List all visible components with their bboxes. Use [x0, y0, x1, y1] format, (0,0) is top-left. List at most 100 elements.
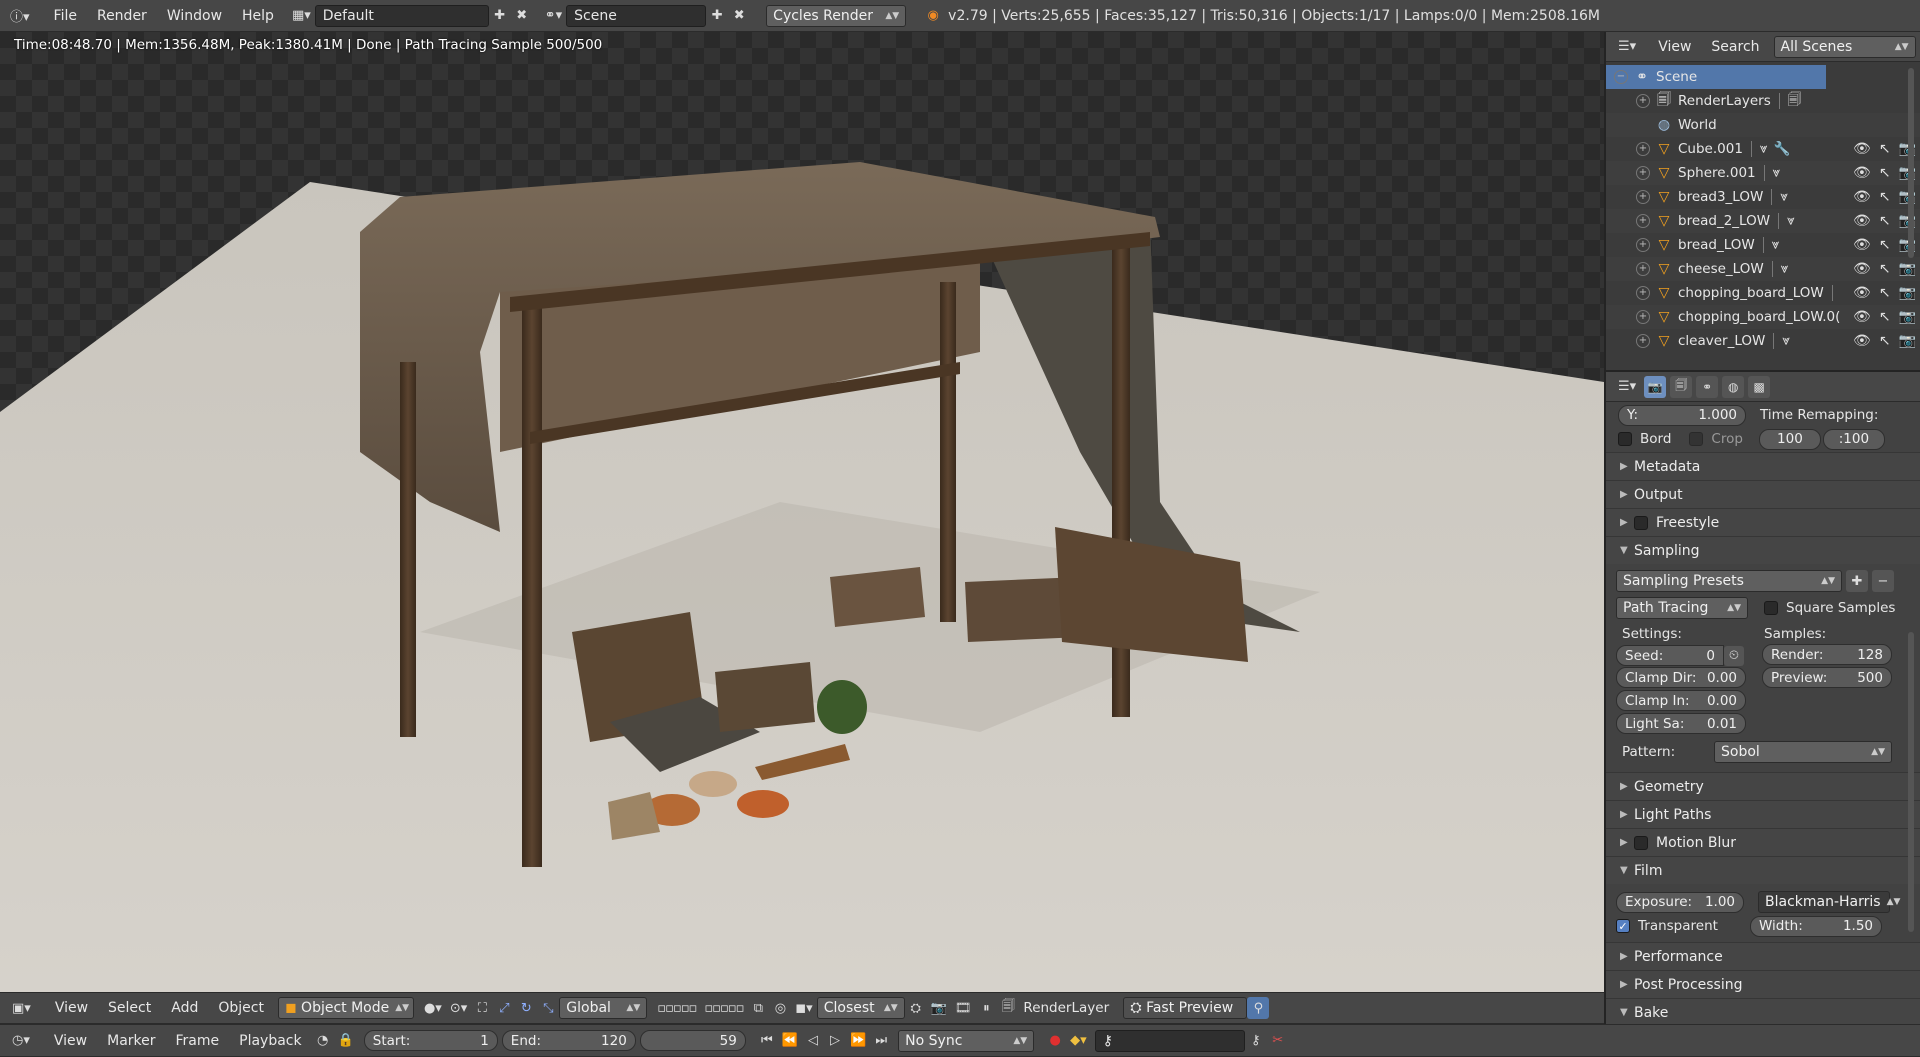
- selectable-cursor-icon[interactable]: ↖: [1879, 213, 1891, 229]
- 3d-viewport[interactable]: Time:08:48.70 | Mem:1356.48M, Peak:1380.…: [0, 32, 1604, 992]
- outliner-item-bread2[interactable]: + ▽ bread_2_LOW ⩔ 👁↖📷: [1606, 209, 1920, 233]
- screen-layout-icon[interactable]: ▦▾: [288, 5, 315, 27]
- screen-layout-field[interactable]: Default: [314, 4, 489, 27]
- expand-icon[interactable]: +: [1636, 334, 1650, 348]
- expand-icon[interactable]: +: [1636, 214, 1650, 228]
- outliner-item-chopping-board[interactable]: + ▽ chopping_board_LOW 👁 ↖ 📷: [1606, 281, 1920, 305]
- pattern-select[interactable]: Sobol ▲▼: [1714, 741, 1892, 763]
- timeline-menu-marker[interactable]: Marker: [97, 1033, 165, 1049]
- selectable-cursor-icon[interactable]: ↖: [1879, 141, 1891, 157]
- panel-light-paths[interactable]: ▶ Light Paths: [1606, 800, 1920, 828]
- preview-samples-field[interactable]: Preview: 500: [1762, 667, 1892, 688]
- snap-toggle-icon[interactable]: ⛭: [905, 997, 927, 1019]
- jump-end-icon[interactable]: ⏭: [870, 1030, 892, 1052]
- selectable-cursor-icon[interactable]: ↖: [1879, 285, 1891, 301]
- remap-old-field[interactable]: 100: [1758, 428, 1821, 450]
- transform-orientation-select[interactable]: Global ▲▼: [559, 997, 648, 1019]
- border-checkbox[interactable]: [1618, 432, 1632, 446]
- render-opengl-image-icon[interactable]: 📷: [927, 997, 951, 1019]
- clamp-indirect-field[interactable]: Clamp In: 0.00: [1616, 690, 1746, 711]
- selectable-cursor-icon[interactable]: ↖: [1879, 165, 1891, 181]
- selectable-cursor-icon[interactable]: ↖: [1879, 261, 1891, 277]
- selectable-cursor-icon[interactable]: ↖: [1879, 309, 1891, 325]
- scene-field[interactable]: Scene: [566, 4, 707, 27]
- properties-scrollbar[interactable]: [1908, 632, 1914, 932]
- outliner-item-scene[interactable]: − ⚭ Scene: [1606, 65, 1826, 89]
- panel-geometry[interactable]: ▶ Geometry: [1606, 772, 1920, 800]
- expand-icon[interactable]: +: [1636, 286, 1650, 300]
- scene-icon[interactable]: ⚭▾: [541, 5, 566, 27]
- freestyle-checkbox[interactable]: [1634, 515, 1648, 530]
- visibility-eye-icon[interactable]: 👁: [1853, 189, 1871, 205]
- rotate-manipulator-icon[interactable]: ↻: [515, 997, 537, 1019]
- panel-post-processing[interactable]: ▶ Post Processing: [1606, 970, 1920, 998]
- remove-preset-icon[interactable]: −: [1872, 570, 1894, 592]
- lock-camera-icon[interactable]: ⧉: [747, 997, 769, 1019]
- menu-help[interactable]: Help: [232, 8, 284, 24]
- viewport-menu-add[interactable]: Add: [161, 1000, 208, 1016]
- visibility-eye-icon[interactable]: 👁: [1853, 309, 1871, 325]
- remove-layout-icon[interactable]: ✖: [511, 5, 533, 27]
- outliner-item-cheese[interactable]: + ▽ cheese_LOW ⩔ 👁 ↖ 📷: [1606, 257, 1920, 281]
- expand-icon[interactable]: +: [1636, 142, 1650, 156]
- render-layer-label[interactable]: RenderLayer: [1023, 1000, 1123, 1016]
- menu-file[interactable]: File: [44, 8, 87, 24]
- end-frame-field[interactable]: End: 120: [501, 1030, 636, 1051]
- timeline-menu-playback[interactable]: Playback: [229, 1033, 311, 1049]
- visibility-eye-icon[interactable]: 👁: [1853, 285, 1871, 301]
- expand-icon[interactable]: +: [1636, 310, 1650, 324]
- manipulator-toggle-icon[interactable]: ⛶: [471, 997, 493, 1019]
- layers-grid-icon[interactable]: ▫▫▫▫▫: [653, 997, 700, 1019]
- editor-type-icon[interactable]: ▣▾: [8, 997, 35, 1019]
- crop-checkbox[interactable]: [1689, 432, 1704, 446]
- add-scene-icon[interactable]: ✚: [706, 5, 728, 27]
- panel-sampling[interactable]: ▼ Sampling: [1606, 536, 1920, 564]
- seed-field[interactable]: Seed: 0: [1616, 645, 1724, 666]
- expand-icon[interactable]: +: [1636, 238, 1650, 252]
- viewport-shading-icon[interactable]: ●▾: [420, 997, 446, 1019]
- jump-keyframe-back-icon[interactable]: ⏪: [778, 1030, 802, 1052]
- sampling-presets-select[interactable]: Sampling Presets ▲▼: [1616, 570, 1842, 592]
- snap-element-icon[interactable]: ◼▾: [791, 997, 816, 1019]
- world-tab-icon[interactable]: ◍: [1722, 375, 1745, 398]
- light-sampling-threshold-field[interactable]: Light Sa: 0.01: [1616, 713, 1746, 734]
- viewport-menu-object[interactable]: Object: [208, 1000, 274, 1016]
- outliner-item-bread3[interactable]: + ▽ bread3_LOW ⩔ 👁↖📷: [1606, 185, 1920, 209]
- add-preset-icon[interactable]: ✚: [1846, 570, 1868, 592]
- delete-keyframe-icon[interactable]: ✂: [1267, 1030, 1289, 1052]
- selectable-cursor-icon[interactable]: ↖: [1879, 189, 1891, 205]
- renderable-camera-icon[interactable]: 📷: [1899, 333, 1916, 349]
- remove-scene-icon[interactable]: ✖: [728, 5, 750, 27]
- expand-icon[interactable]: +: [1636, 166, 1650, 180]
- play-reverse-icon[interactable]: ◁: [802, 1030, 824, 1052]
- render-engine-select[interactable]: Cycles Render ▲▼: [766, 4, 907, 27]
- info-editor-icon[interactable]: ⓘ▾: [6, 5, 34, 27]
- visibility-eye-icon[interactable]: 👁: [1853, 165, 1871, 181]
- visibility-eye-icon[interactable]: 👁: [1853, 261, 1871, 277]
- jump-keyframe-forward-icon[interactable]: ⏩: [846, 1030, 870, 1052]
- remap-new-field[interactable]: :100: [1822, 428, 1885, 450]
- render-layer-icon[interactable]: 🗐: [997, 997, 1019, 1019]
- render-tab-icon[interactable]: 📷: [1644, 375, 1667, 398]
- panel-output[interactable]: ▶ Output: [1606, 480, 1920, 508]
- add-layout-icon[interactable]: ✚: [489, 5, 511, 27]
- insert-keyframe-icon[interactable]: ⚷: [1245, 1030, 1267, 1052]
- panel-film[interactable]: ▼ Film: [1606, 856, 1920, 884]
- collapse-icon[interactable]: −: [1614, 70, 1628, 84]
- panel-performance[interactable]: ▶ Performance: [1606, 942, 1920, 970]
- scene-tab-icon[interactable]: ⚭: [1696, 375, 1719, 398]
- preview-range-icon[interactable]: ◔: [312, 1030, 334, 1052]
- keying-set-field[interactable]: ⚷: [1094, 1029, 1245, 1052]
- panel-motion-blur[interactable]: ▶ Motion Blur: [1606, 828, 1920, 856]
- transparent-checkbox[interactable]: ✓: [1616, 919, 1630, 933]
- pivot-point-icon[interactable]: ⊙▾: [446, 997, 471, 1019]
- proportional-edit-icon[interactable]: ◎: [769, 997, 791, 1019]
- aspect-y-field[interactable]: Y: 1.000: [1618, 404, 1746, 426]
- record-icon[interactable]: ●: [1044, 1030, 1066, 1052]
- exposure-field[interactable]: Exposure: 1.00: [1616, 891, 1744, 913]
- timeline-menu-frame[interactable]: Frame: [166, 1033, 230, 1049]
- start-frame-field[interactable]: Start: 1: [363, 1030, 498, 1051]
- properties-editor-icon[interactable]: ☰▾: [1614, 376, 1640, 398]
- animate-seed-clock-icon[interactable]: ⏲: [1724, 645, 1744, 666]
- menu-render[interactable]: Render: [87, 8, 157, 24]
